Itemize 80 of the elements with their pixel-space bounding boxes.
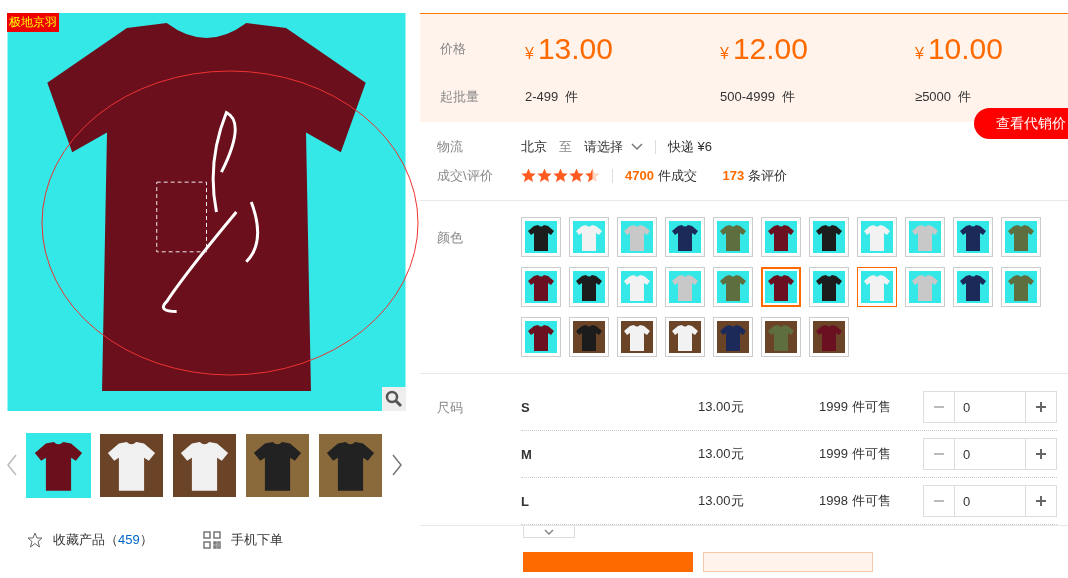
quantity-input[interactable]: 0 — [954, 439, 1026, 469]
color-swatch[interactable] — [521, 267, 561, 307]
to-text: 至 — [559, 137, 572, 156]
quantity-stepper[interactable]: 0 — [923, 391, 1057, 423]
search-icon[interactable] — [382, 387, 406, 411]
star-icon — [27, 532, 43, 548]
color-swatch[interactable] — [761, 217, 801, 257]
shipping-fee: 快递 ¥6 — [668, 137, 713, 156]
chevron-right-icon[interactable] — [392, 454, 402, 476]
color-swatch[interactable] — [953, 267, 993, 307]
color-swatch[interactable] — [521, 317, 561, 357]
brand-badge: 极地京羽 — [7, 13, 59, 32]
photo-thumbnail[interactable] — [100, 433, 163, 497]
color-label: 颜色 — [437, 229, 464, 247]
color-swatch[interactable] — [569, 217, 609, 257]
photo-thumbnail[interactable] — [246, 433, 309, 497]
size-price: 13.00元 — [698, 492, 745, 510]
color-swatch[interactable] — [665, 317, 705, 357]
color-swatch[interactable] — [761, 267, 801, 307]
stock-count: 1998 件可售 — [819, 492, 892, 510]
price-value: ¥13.00 — [525, 32, 614, 66]
mobile-order-link[interactable]: 手机下单 — [202, 531, 283, 549]
dropship-price-button[interactable]: 查看代销价 — [974, 108, 1068, 139]
quantity-input[interactable]: 0 — [954, 486, 1026, 516]
plus-icon — [1035, 495, 1047, 507]
quantity-stepper[interactable]: 0 — [923, 485, 1057, 517]
plus-icon — [1035, 448, 1047, 460]
photo-thumbnail[interactable] — [173, 433, 236, 497]
color-swatch[interactable] — [809, 267, 849, 307]
color-swatch[interactable] — [617, 267, 657, 307]
price-label: 价格 — [440, 40, 467, 58]
quantity-stepper[interactable]: 0 — [923, 438, 1057, 470]
color-swatch[interactable] — [1001, 267, 1041, 307]
rating-label: 成交\评价 — [437, 166, 494, 185]
destination-dropdown[interactable]: 请选择 — [584, 137, 643, 156]
price-value: ¥12.00 — [720, 32, 809, 66]
chevron-down-icon — [631, 142, 643, 151]
logistics-label: 物流 — [437, 137, 464, 156]
sales-count: 4700 件成交 — [625, 166, 697, 185]
stock-count: 1999 件可售 — [819, 445, 892, 463]
color-swatch[interactable] — [521, 217, 561, 257]
color-swatch[interactable] — [713, 217, 753, 257]
color-swatch[interactable] — [617, 217, 657, 257]
color-swatch[interactable] — [569, 267, 609, 307]
color-swatch[interactable] — [809, 317, 849, 357]
plus-icon — [1035, 401, 1047, 413]
color-swatch[interactable] — [617, 317, 657, 357]
color-swatch[interactable] — [569, 317, 609, 357]
review-count-link[interactable]: 173 条评价 — [722, 166, 787, 185]
color-swatch[interactable] — [905, 267, 945, 307]
photo-thumbnail[interactable] — [27, 433, 90, 497]
color-swatch[interactable] — [761, 317, 801, 357]
quantity-range: 500-4999 件 — [720, 88, 797, 106]
size-price: 13.00元 — [698, 445, 745, 463]
quantity-input[interactable]: 0 — [954, 392, 1026, 422]
chevron-down-icon — [544, 528, 554, 535]
color-swatch[interactable] — [665, 267, 705, 307]
size-name: L — [521, 493, 530, 509]
color-swatch[interactable] — [857, 217, 897, 257]
color-swatch[interactable] — [713, 317, 753, 357]
quantity-label: 起批量 — [440, 88, 480, 106]
color-swatch[interactable] — [665, 217, 705, 257]
color-swatch[interactable] — [905, 217, 945, 257]
stock-count: 1999 件可售 — [819, 398, 892, 416]
size-price: 13.00元 — [698, 398, 745, 416]
color-swatch[interactable] — [1001, 217, 1041, 257]
quantity-range: 2-499 件 — [525, 88, 580, 106]
quantity-range: ≥5000 件 — [915, 88, 973, 106]
origin-city: 北京 — [521, 137, 547, 156]
color-swatch[interactable] — [713, 267, 753, 307]
size-name: S — [521, 399, 531, 415]
color-swatch[interactable] — [857, 267, 897, 307]
size-label: 尺码 — [437, 399, 464, 417]
price-value: ¥10.00 — [915, 32, 1004, 66]
favorite-link[interactable]: 收藏产品（459） — [27, 531, 153, 549]
qr-code-icon — [202, 531, 221, 549]
photo-thumbnail[interactable] — [319, 433, 382, 497]
color-swatch[interactable] — [953, 217, 993, 257]
size-name: M — [521, 446, 533, 462]
color-swatch[interactable] — [809, 217, 849, 257]
